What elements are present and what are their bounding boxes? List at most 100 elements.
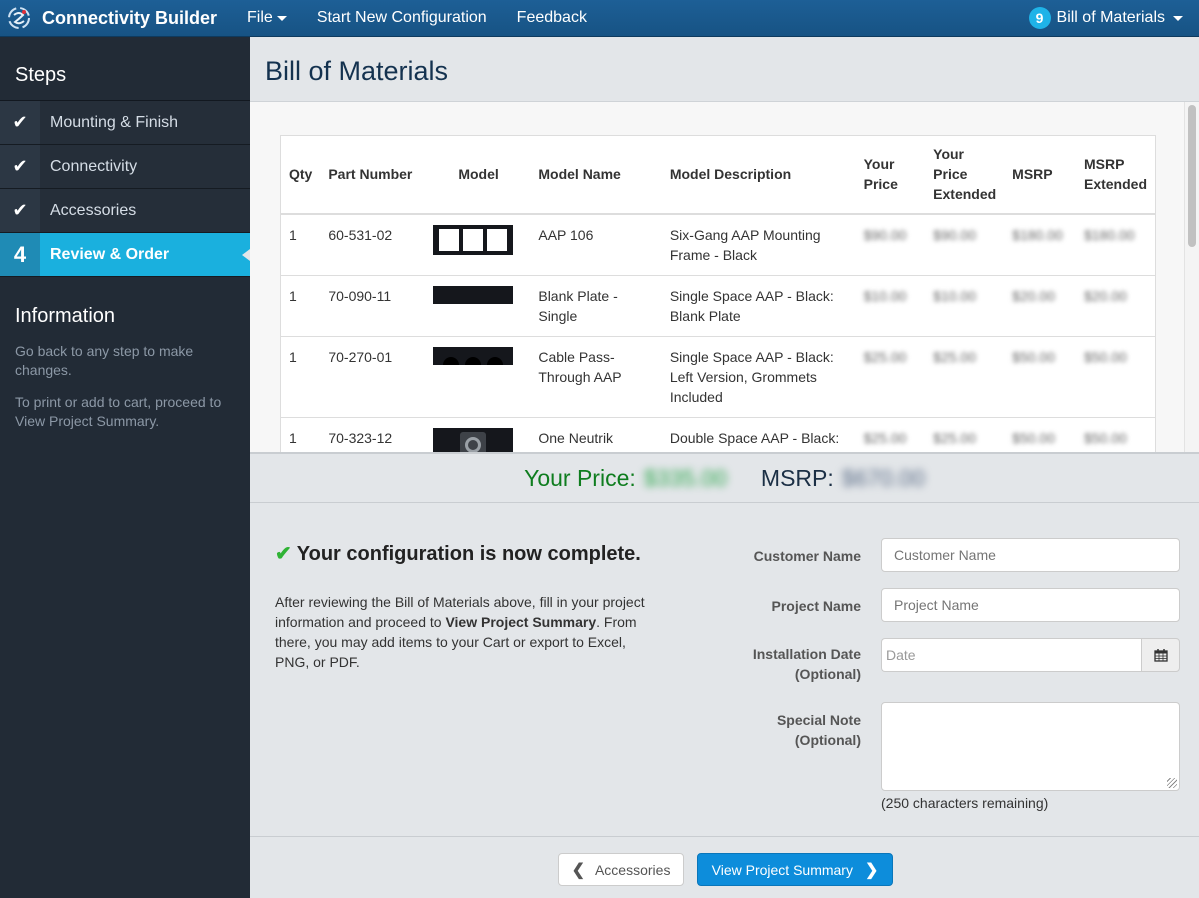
- col-model-description: Model Description: [661, 135, 856, 215]
- model-name-cell: Blank Plate - Single: [530, 274, 662, 336]
- step-review-order[interactable]: 4 Review & Order: [0, 233, 250, 277]
- your-price-cell: $90.00: [855, 213, 926, 275]
- msrp-cell: $20.00: [1004, 274, 1076, 336]
- start-new-configuration-link[interactable]: Start New Configuration: [317, 9, 487, 27]
- col-msrp-extended: MSRP Extended: [1075, 135, 1156, 215]
- special-note-textarea[interactable]: [881, 702, 1180, 791]
- information-text: To print or add to cart, proceed to View…: [15, 394, 222, 429]
- totals-bar: Your Price: $335.00 MSRP: $670.00: [250, 452, 1199, 503]
- model-name-cell: AAP 106: [530, 213, 662, 275]
- check-icon: ✔: [0, 189, 40, 232]
- feedback-label: Feedback: [516, 9, 587, 26]
- view-project-summary-button[interactable]: View Project Summary ❯: [697, 853, 893, 886]
- your-price-extended-cell: $90.00: [925, 213, 1005, 275]
- msrp-cell: $50.00: [1004, 416, 1076, 452]
- bill-of-materials-menu[interactable]: 9 Bill of Materials: [1028, 7, 1183, 29]
- resize-handle-icon[interactable]: [1167, 778, 1177, 788]
- feedback-link[interactable]: Feedback: [517, 9, 587, 27]
- part-number-cell: 70-270-01: [320, 335, 427, 417]
- chevron-left-icon: ❮: [571, 861, 585, 879]
- msrp-extended-cell: $20.00: [1075, 274, 1156, 336]
- completion-message: ✔ Your configuration is now complete. Aft…: [275, 540, 645, 672]
- step-label: Accessories: [40, 189, 250, 232]
- step-accessories[interactable]: ✔ Accessories: [0, 189, 250, 233]
- next-button-label: View Project Summary: [711, 861, 853, 878]
- check-icon: ✔: [275, 543, 292, 565]
- col-model: Model: [426, 135, 531, 215]
- qty-cell: 1: [280, 213, 321, 275]
- your-price-extended-cell: $25.00: [925, 416, 1005, 452]
- app-logo-icon: [8, 7, 30, 29]
- model-description-cell: Single Space AAP - Black: Blank Plate: [661, 274, 856, 336]
- brand-title[interactable]: Connectivity Builder: [42, 8, 217, 29]
- footer-navigation: ❮ Accessories View Project Summary ❯: [250, 836, 1199, 898]
- page-title: Bill of Materials: [265, 56, 449, 86]
- customer-name-input[interactable]: [881, 538, 1180, 572]
- your-price-total: $335.00: [643, 464, 727, 491]
- file-menu[interactable]: File: [247, 9, 287, 27]
- model-name-cell: One Neutrik Speakon Male to: [530, 416, 662, 452]
- information-text: Go back to any step to make changes.: [15, 343, 194, 378]
- customer-name-label: Customer Name: [753, 548, 861, 564]
- msrp-extended-cell: $50.00: [1075, 416, 1156, 452]
- bom-table-scroll-area[interactable]: Qty Part Number Model Model Name Model D…: [250, 102, 1199, 452]
- msrp-cell: $50.00: [1004, 335, 1076, 417]
- chevron-right-icon: ❯: [864, 861, 879, 879]
- bom-menu-label: Bill of Materials: [1056, 9, 1165, 26]
- bom-table: Qty Part Number Model Model Name Model D…: [280, 135, 1156, 452]
- back-accessories-button[interactable]: ❮ Accessories: [558, 853, 684, 886]
- table-row: 1 70-090-11 Blank Plate - Single Single …: [280, 274, 1156, 336]
- characters-remaining: (250 characters remaining): [881, 795, 1049, 811]
- top-navbar: Connectivity Builder File Start New Conf…: [0, 0, 1199, 37]
- model-description-cell: Double Space AAP - Black: One Neutrik Sp…: [661, 416, 856, 452]
- msrp-cell: $180.00: [1004, 213, 1076, 275]
- blank-plate-image: [432, 285, 513, 304]
- check-icon: ✔: [0, 101, 40, 144]
- your-price-extended-cell: $10.00: [925, 274, 1005, 336]
- bom-count-badge: 9: [1028, 7, 1051, 29]
- qty-cell: 1: [280, 274, 321, 336]
- step-mounting-finish[interactable]: ✔ Mounting & Finish: [0, 101, 250, 145]
- completion-text: After reviewing the Bill of Materials ab…: [275, 592, 645, 672]
- msrp-extended-cell: $50.00: [1075, 335, 1156, 417]
- part-number-cell: 70-323-12: [320, 416, 427, 452]
- project-name-input[interactable]: [881, 588, 1180, 622]
- qty-cell: 1: [280, 416, 321, 452]
- model-description-cell: Six-Gang AAP Mounting Frame - Black: [661, 213, 856, 275]
- check-icon: ✔: [0, 145, 40, 188]
- special-note-label: Special Note (Optional): [776, 712, 861, 748]
- step-connectivity[interactable]: ✔ Connectivity: [0, 145, 250, 189]
- sidebar: Steps ✔ Mounting & Finish ✔ Connectivity…: [0, 37, 250, 898]
- msrp-total: $670.00: [841, 464, 925, 491]
- part-number-cell: 70-090-11: [320, 274, 427, 336]
- your-price-extended-cell: $25.00: [925, 335, 1005, 417]
- col-your-price-extended: Your Price Extended: [925, 135, 1005, 215]
- installation-date-group: Date: [881, 638, 1180, 672]
- information-heading: Information: [15, 305, 116, 327]
- project-name-label: Project Name: [771, 598, 861, 614]
- step-label: Review & Order: [40, 233, 250, 276]
- your-price-cell: $10.00: [855, 274, 926, 336]
- col-qty: Qty: [280, 135, 321, 215]
- completion-title: Your configuration is now complete.: [296, 543, 641, 565]
- installation-date-input[interactable]: Date: [881, 638, 1141, 672]
- col-model-name: Model Name: [530, 135, 662, 215]
- step-label: Connectivity: [40, 145, 250, 188]
- col-your-price: Your Price: [855, 135, 926, 215]
- model-description-cell: Single Space AAP - Black: Left Version, …: [661, 335, 856, 417]
- your-price-cell: $25.00: [855, 416, 926, 452]
- your-price-label: Your Price:: [524, 464, 636, 491]
- step-label: Mounting & Finish: [40, 101, 250, 144]
- col-msrp: MSRP: [1004, 135, 1076, 215]
- start-new-configuration-label: Start New Configuration: [316, 9, 487, 26]
- calendar-icon: [1153, 649, 1168, 662]
- back-button-label: Accessories: [594, 861, 671, 878]
- table-scrollbar[interactable]: [1184, 102, 1199, 452]
- msrp-label: MSRP:: [760, 464, 834, 491]
- project-info-form: Customer Name Project Name Installation …: [740, 538, 1180, 811]
- calendar-button[interactable]: [1141, 638, 1180, 672]
- scrollbar-thumb[interactable]: [1188, 105, 1196, 247]
- installation-date-label: Installation Date (Optional): [752, 646, 861, 682]
- msrp-extended-cell: $180.00: [1075, 213, 1156, 275]
- caret-down-icon: [276, 15, 287, 21]
